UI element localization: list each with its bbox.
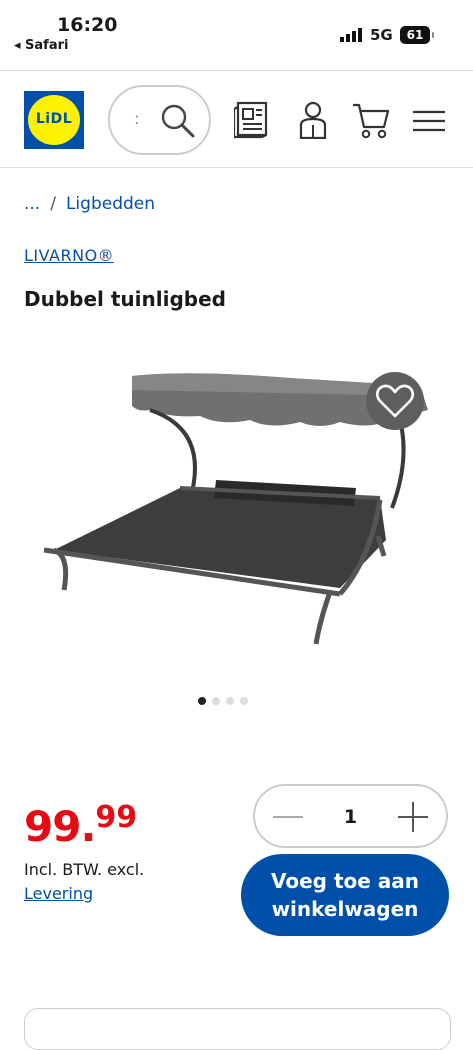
menu-icon[interactable] bbox=[412, 109, 446, 133]
add-to-cart-button[interactable]: Voeg toe aan winkelwagen bbox=[241, 854, 449, 936]
carousel-dot-4[interactable] bbox=[240, 697, 248, 705]
cart-icon[interactable] bbox=[352, 101, 390, 139]
carousel-dot-3[interactable] bbox=[226, 697, 234, 705]
logo-text: LiDL bbox=[35, 111, 73, 127]
product-title: Dubbel tuinligbed bbox=[24, 287, 226, 311]
site-header: LiDL : bbox=[0, 70, 473, 168]
price-main: 99. bbox=[24, 802, 96, 851]
battery-icon: 61 bbox=[400, 26, 434, 44]
breadcrumb-ellipsis[interactable]: ... bbox=[24, 194, 40, 214]
account-icon[interactable] bbox=[298, 101, 328, 139]
brand-link[interactable]: LIVARNO® bbox=[24, 246, 114, 265]
increase-quantity-button[interactable] bbox=[398, 802, 428, 832]
carousel-dots bbox=[198, 690, 254, 705]
price-cents: 99 bbox=[95, 800, 138, 835]
vat-note: Incl. BTW. excl. bbox=[24, 860, 145, 879]
search-cursor: : bbox=[134, 109, 140, 128]
signal-icon bbox=[340, 28, 362, 42]
product-price: 99.99 bbox=[24, 800, 137, 851]
carousel-dot-2[interactable] bbox=[212, 697, 220, 705]
leaflet-icon[interactable] bbox=[234, 101, 270, 139]
breadcrumb-ligbedden[interactable]: Ligbedden bbox=[66, 194, 155, 214]
breadcrumb-separator: / bbox=[50, 194, 56, 214]
delivery-link[interactable]: Levering bbox=[24, 884, 93, 903]
status-bar: 16:20 ◂ Safari 5G 61 bbox=[0, 0, 473, 70]
quantity-stepper: 1 bbox=[253, 784, 448, 848]
breadcrumb: ... / Ligbedden bbox=[24, 194, 155, 214]
carousel-dot-1[interactable] bbox=[198, 697, 206, 705]
heart-icon bbox=[375, 384, 415, 418]
wishlist-button[interactable] bbox=[366, 372, 424, 430]
info-card bbox=[24, 1008, 451, 1050]
search-icon bbox=[161, 104, 195, 138]
network-label: 5G bbox=[370, 26, 393, 44]
lidl-logo[interactable]: LiDL bbox=[24, 91, 84, 149]
back-to-app-link[interactable]: ◂ Safari bbox=[14, 38, 68, 53]
status-time: 16:20 bbox=[57, 14, 118, 36]
search-button[interactable]: : bbox=[108, 85, 211, 155]
